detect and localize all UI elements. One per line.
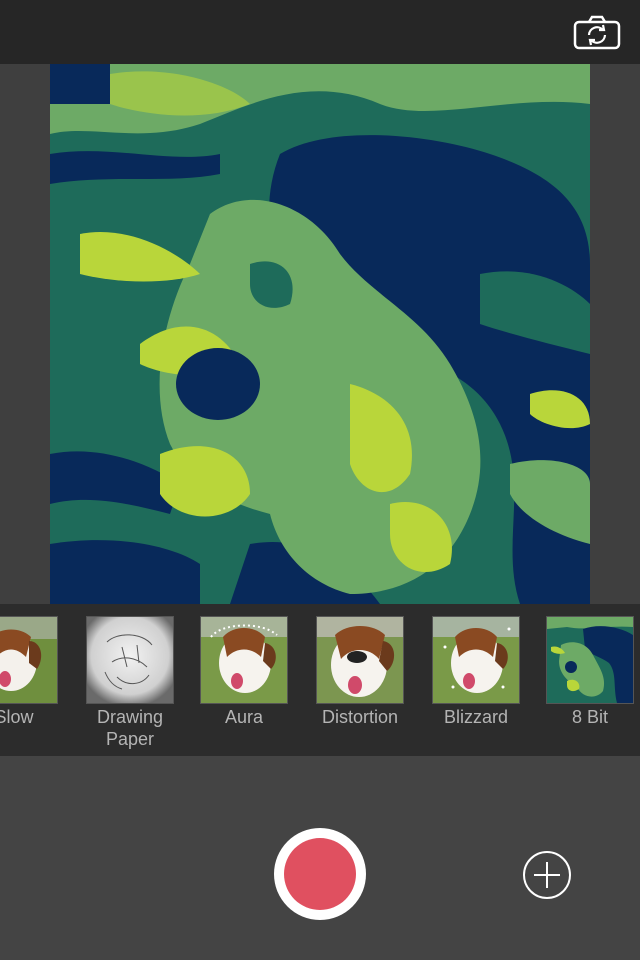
filter-strip: Slow Drawing Paper Aura Distortion Blizz… [0,604,640,756]
plus-circle-icon [523,851,571,899]
camera-preview[interactable] [50,64,590,604]
camera-flip-icon [573,15,621,50]
filter-blizzard[interactable]: Blizzard [432,616,520,728]
filter-thumbnail [200,616,288,704]
record-icon [284,838,356,910]
filter-label: Distortion [321,707,399,727]
filter-distortion[interactable]: Distortion [316,616,404,728]
filter-thumbnail [546,616,634,704]
filter-label-line2: Paper [105,729,155,749]
filter-label: Aura [224,707,264,727]
filter-thumbnail [0,616,58,704]
preview-area [0,64,640,604]
filter-label-line1: Drawing [96,707,164,727]
filter-label: Blizzard [443,707,509,727]
filter-label: Slow [0,707,34,727]
filtered-preview-image [50,64,590,604]
bottom-controls [0,756,640,960]
record-button[interactable] [274,828,366,920]
filter-aura[interactable]: Aura [200,616,288,728]
filter-8bit[interactable]: 8 Bit [546,616,634,728]
filter-slow[interactable]: Slow [0,616,58,728]
filter-thumbnail [316,616,404,704]
flip-camera-button[interactable] [572,12,622,52]
add-button[interactable] [522,850,571,899]
filter-thumbnail [432,616,520,704]
filter-label: 8 Bit [571,707,609,727]
filter-thumbnail [86,616,174,704]
filter-drawing-paper[interactable]: Drawing Paper [86,616,174,750]
top-bar [0,0,640,64]
